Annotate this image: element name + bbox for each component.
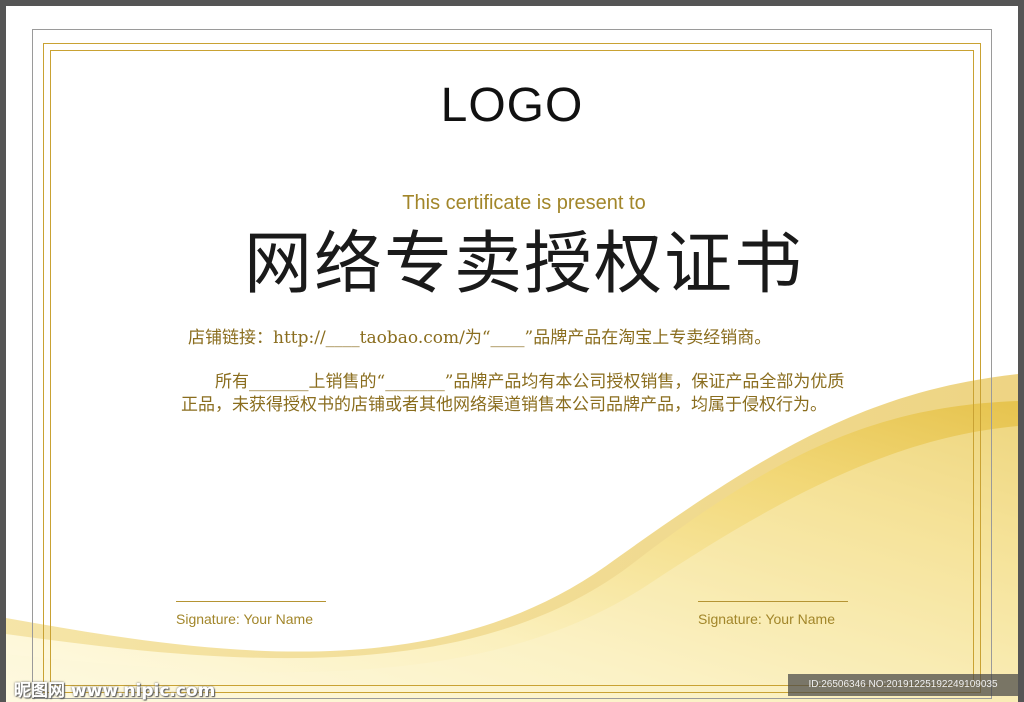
certificate-title: 网络专卖授权证书 [243, 225, 804, 304]
certificate: LOGO This certificate is present to 网络专卖… [6, 6, 1018, 702]
store-link-line: 店铺链接：http://____taobao.com/为“____”品牌产品在淘… [188, 328, 772, 348]
site-watermark: 昵图网 www.nipic.com [14, 681, 216, 701]
logo: LOGO [440, 79, 584, 132]
signature-line-left [176, 601, 326, 602]
signature-line-right [698, 601, 848, 602]
signature-label-left: Signature: Your Name [176, 611, 313, 627]
certificate-subtitle: This certificate is present to [402, 192, 646, 214]
image-id-watermark: ID:26506346 NO:20191225192249109035 [788, 674, 1018, 696]
signature-label-right: Signature: Your Name [698, 611, 835, 627]
authorization-paragraph: 所有_______上销售的“_______”品牌产品均有本公司授权销售，保证产品… [181, 372, 845, 415]
